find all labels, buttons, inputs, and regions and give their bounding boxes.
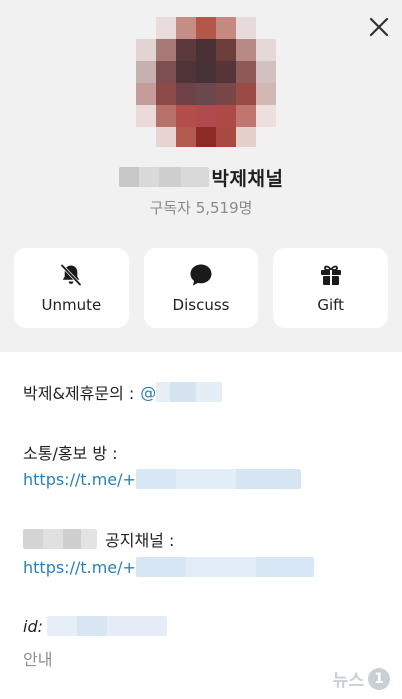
guide-line: 안내 bbox=[23, 646, 52, 670]
redacted-id bbox=[47, 616, 167, 636]
promo-link[interactable]: https://t.me/+ bbox=[23, 470, 136, 489]
close-button[interactable] bbox=[364, 12, 394, 42]
subscriber-count: 구독자 5,519명 bbox=[149, 199, 253, 217]
id-line: id: bbox=[23, 616, 167, 636]
watermark-badge: 1 bbox=[368, 667, 390, 690]
promo-room-label: 소통/홍보 방 : bbox=[23, 444, 118, 463]
bell-muted-icon bbox=[60, 263, 82, 287]
notice-link[interactable]: https://t.me/+ bbox=[23, 558, 136, 577]
close-icon bbox=[369, 17, 389, 37]
id-label: id: bbox=[23, 616, 43, 636]
gift-label: Gift bbox=[317, 296, 345, 314]
redacted-notice-name bbox=[23, 529, 97, 549]
channel-title-row: 박제채널 bbox=[0, 162, 402, 192]
notice-link-line[interactable]: https://t.me/+ bbox=[23, 557, 314, 577]
discuss-button[interactable]: Discuss bbox=[143, 248, 259, 328]
chat-bubble-icon bbox=[190, 264, 212, 286]
watermark-text: 뉴스 bbox=[332, 671, 364, 691]
contact-line: 박제&제휴문의 : @ bbox=[23, 380, 223, 404]
news-watermark: 뉴스 1 bbox=[333, 666, 390, 691]
avatar bbox=[136, 17, 276, 147]
unmute-label: Unmute bbox=[41, 296, 102, 314]
channel-title: 박제채널 bbox=[211, 167, 284, 190]
notice-label: 공지채널 : bbox=[105, 531, 175, 550]
contact-label: 박제&제휴문의 : bbox=[23, 384, 135, 403]
redacted-name bbox=[118, 167, 209, 187]
guide-text: 안내 bbox=[23, 650, 53, 669]
redacted-notice-link bbox=[135, 557, 314, 577]
action-buttons: Unmute Discuss Gift bbox=[14, 248, 389, 328]
promo-room-label-line: 소통/홍보 방 : bbox=[23, 440, 118, 464]
contact-handle[interactable]: @ bbox=[140, 383, 156, 402]
channel-header: 박제채널 구독자 5,519명 Unmute Discuss Gift bbox=[0, 0, 402, 352]
unmute-button[interactable]: Unmute bbox=[14, 248, 129, 328]
notice-label-line: 공지채널 : bbox=[23, 527, 174, 551]
redacted-handle bbox=[156, 382, 223, 402]
redacted-promo-link bbox=[135, 469, 301, 489]
gift-button[interactable]: Gift bbox=[273, 248, 389, 328]
discuss-label: Discuss bbox=[172, 296, 230, 314]
promo-link-line[interactable]: https://t.me/+ bbox=[23, 469, 301, 489]
gift-icon bbox=[320, 265, 341, 285]
